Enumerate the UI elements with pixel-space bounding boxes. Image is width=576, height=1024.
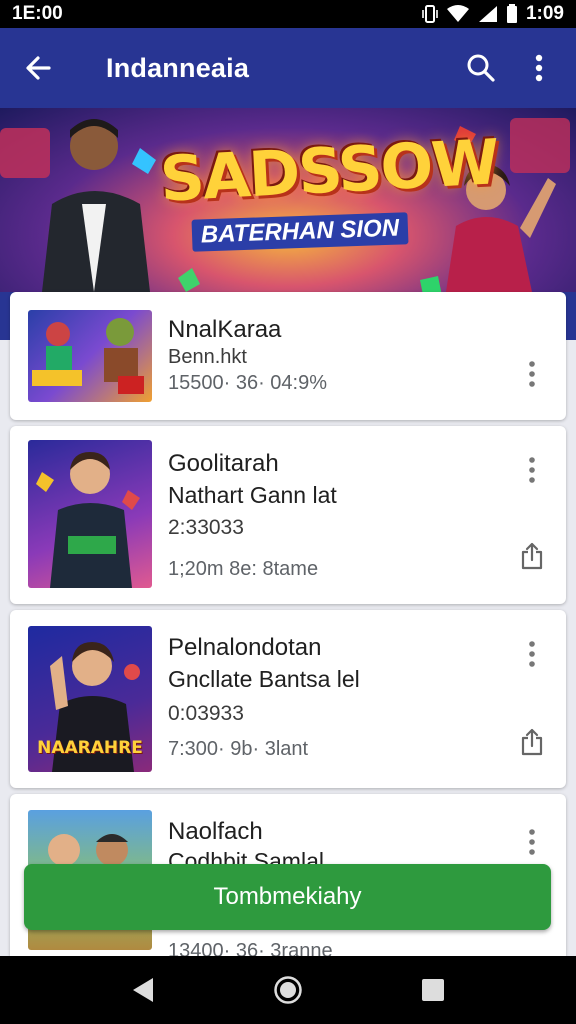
item-meta: 15500· 36· 04:9% <box>168 372 328 394</box>
page-title: Indanneaia <box>106 52 250 83</box>
back-button[interactable] <box>0 28 76 108</box>
item-more-button[interactable] <box>520 452 544 488</box>
battery-icon <box>506 4 517 23</box>
wifi-icon <box>446 5 469 22</box>
game-thumbnail <box>28 440 152 588</box>
game-thumbnail <box>28 310 152 402</box>
item-more-button[interactable] <box>520 356 544 392</box>
item-share-button[interactable] <box>518 540 546 572</box>
item-detail: 2:33033 <box>168 516 244 539</box>
nav-home-button[interactable] <box>258 960 318 1020</box>
item-more-button[interactable] <box>520 636 544 672</box>
more-vert-icon <box>529 361 535 387</box>
search-button[interactable] <box>452 28 510 108</box>
system-nav-bar <box>0 956 576 1024</box>
list-item[interactable]: Goolitarah Nathart Gann lat 2:33033 1;20… <box>10 426 566 604</box>
item-share-button[interactable] <box>518 726 546 758</box>
nav-recents-icon <box>422 979 445 1001</box>
share-icon <box>521 728 543 756</box>
nav-back-button[interactable] <box>113 960 173 1020</box>
nav-recents-button[interactable] <box>403 960 463 1020</box>
list-item[interactable]: NnalKaraa Benn.hkt 15500· 36· 04:9% <box>10 292 566 420</box>
vibrate-icon <box>422 5 438 23</box>
item-title: Naolfach <box>168 818 263 845</box>
thumbnail-label: NAARAHRE <box>37 738 143 758</box>
item-title: Goolitarah <box>168 450 279 477</box>
nav-home-icon <box>274 976 302 1004</box>
app-bar: Indanneaia <box>0 28 576 108</box>
install-button[interactable]: Tombmekiahy <box>24 864 551 930</box>
status-time-left: 1E:00 <box>12 3 63 24</box>
more-vert-icon <box>529 457 535 483</box>
status-bar: 1E:00 1:09 <box>0 0 576 28</box>
more-vert-icon <box>529 641 535 667</box>
status-time-right: 1:09 <box>525 3 564 24</box>
signal-icon <box>478 6 497 22</box>
item-meta: 1;20m 8e: 8tame <box>168 558 319 580</box>
item-subtitle: Benn.hkt <box>168 346 247 368</box>
game-thumbnail: NAARAHRE <box>28 626 152 772</box>
more-vert-icon <box>535 54 543 82</box>
item-title: Pelnalondotan <box>168 634 322 661</box>
arrow-back-icon <box>26 56 51 80</box>
overflow-menu-button[interactable] <box>510 28 568 108</box>
item-title: NnalKaraa <box>168 316 282 343</box>
nav-back-icon <box>132 978 153 1002</box>
item-meta: 7:300· 9b· 3lant <box>168 738 309 760</box>
item-more-button[interactable] <box>520 824 544 860</box>
search-icon <box>467 54 495 82</box>
share-icon <box>521 542 543 570</box>
list-item[interactable]: NAARAHRE Pelnalondotan Gncllate Bantsa l… <box>10 610 566 788</box>
more-vert-icon <box>529 829 535 855</box>
item-subtitle: Nathart Gann lat <box>168 482 337 508</box>
item-subtitle: Gncllate Bantsa lel <box>168 666 360 692</box>
item-detail: 0:03933 <box>168 702 244 725</box>
banner-title: SADSSOW <box>158 125 500 216</box>
